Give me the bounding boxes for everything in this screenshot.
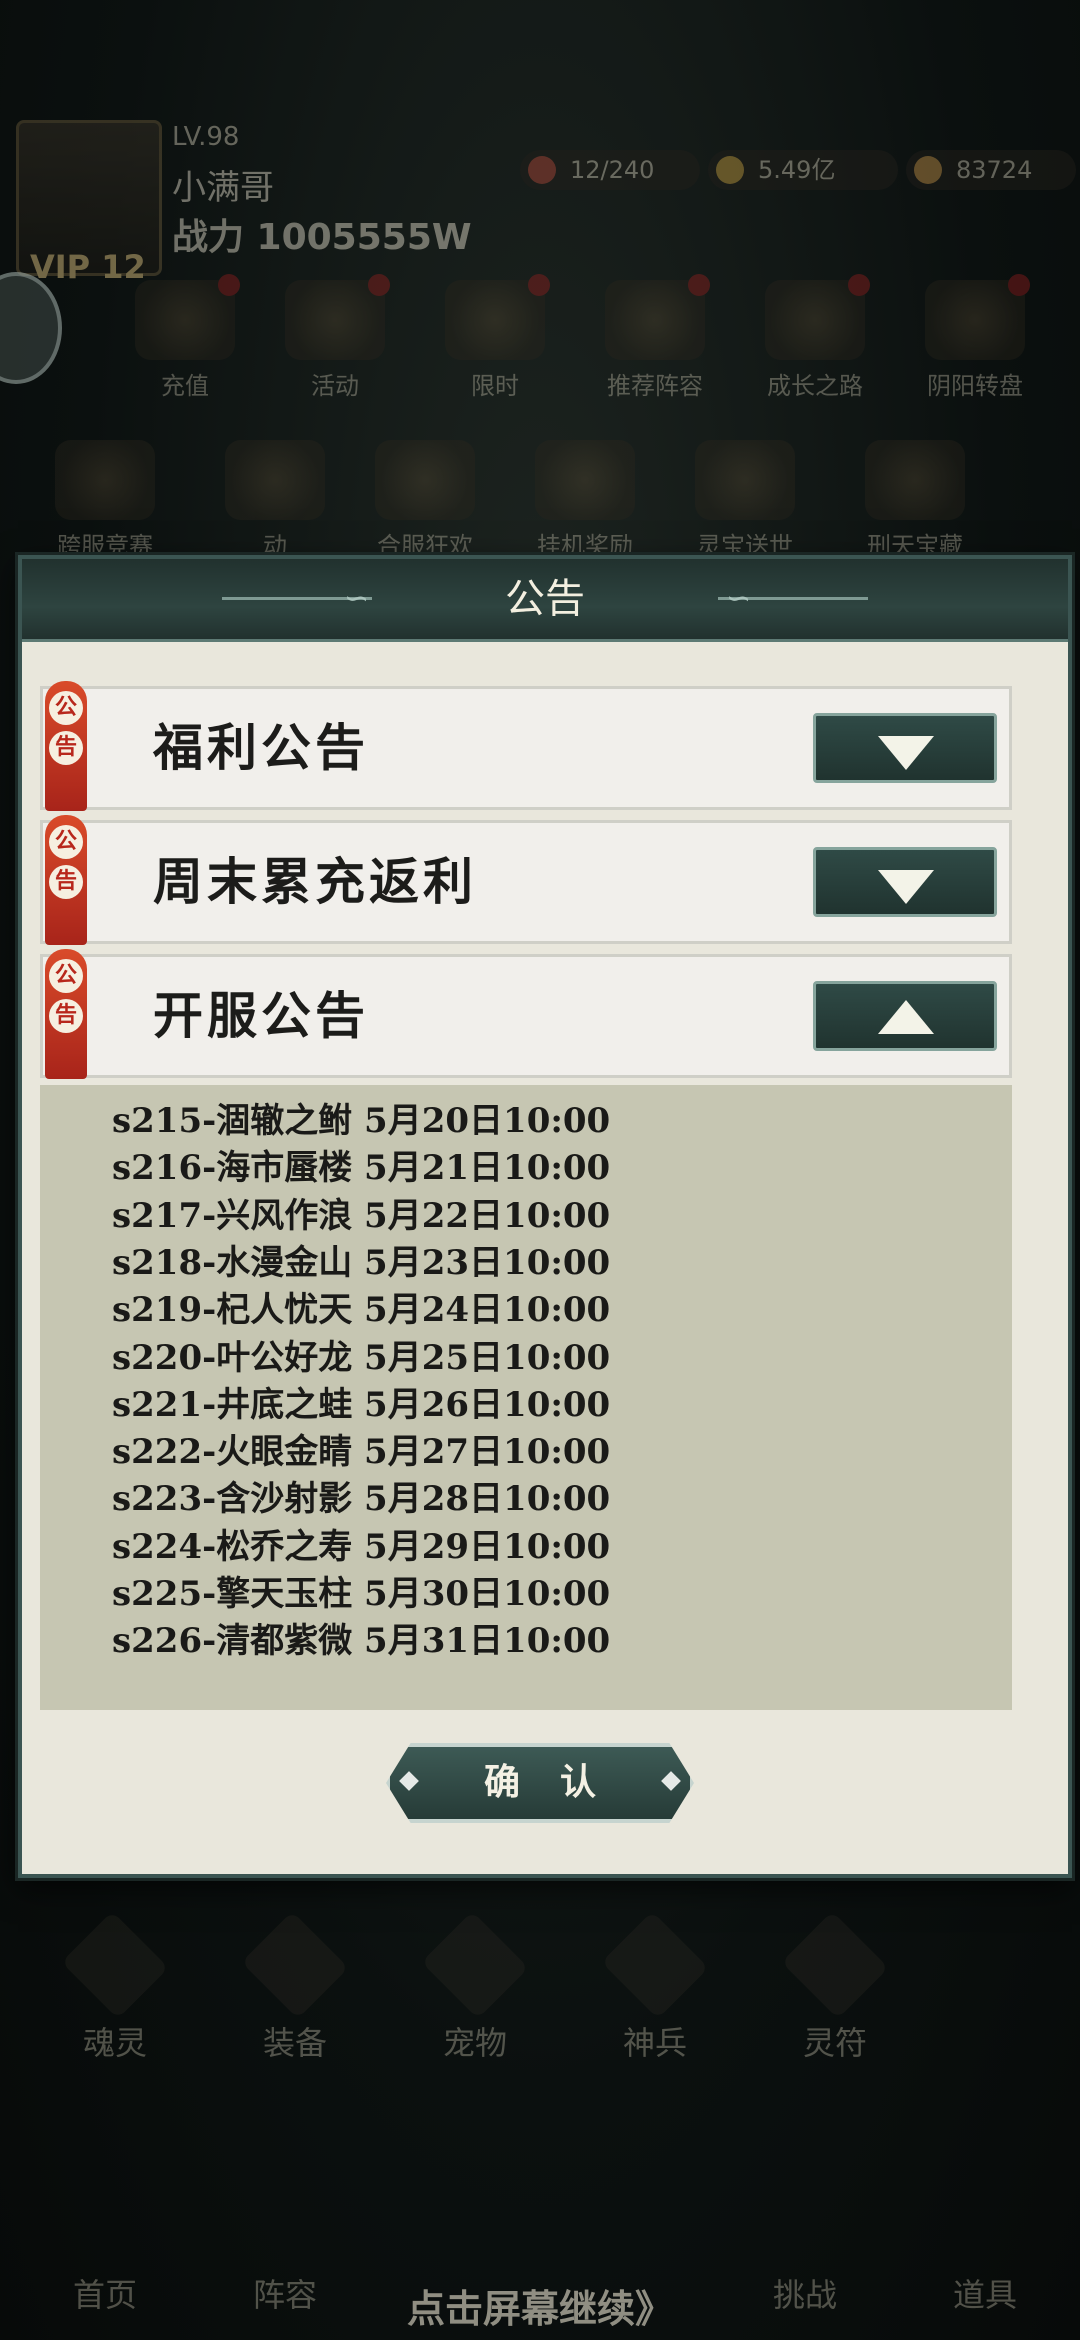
server-entry: s221-井底之蛙 5月26日10:00 [112,1384,611,1425]
server-entry: s222-火眼金睛 5月27日10:00 [112,1432,611,1473]
feature-icon-3: 推荐阵容 [590,274,720,400]
feature-icon-row2-3: 挂机奖励 [520,440,650,560]
confirm-label: 确认 [483,1762,636,1803]
gold-resource: 83724 [906,150,1076,190]
nav-item-upper-4: 灵符 [770,1911,900,2064]
nav-item-upper-2: 宠物 [410,1911,540,2064]
feature-icon-2: 限时 [430,274,560,400]
chevron-up-icon [878,1000,934,1034]
server-entry: s223-含沙射影 5月28日10:00 [112,1479,611,1520]
section-welfare[interactable]: 公 告 福利公告 [40,681,1012,811]
section-title: 开服公告 [153,986,369,1045]
section-title: 周末累充返利 [153,852,477,911]
confirm-button[interactable]: 确认 [386,1743,694,1823]
feature-icon-row2-2: 合服狂欢 [360,440,490,560]
coin-icon [716,156,744,184]
server-entry: s225-擎天玉柱 5月30日10:00 [112,1574,611,1614]
server-entry: s224-松乔之寿 5月29日10:00 [112,1526,611,1567]
server-entry: s226-清都紫微 5月31日10:00 [112,1621,611,1662]
silver-resource: 5.49亿 [708,150,898,190]
expand-button[interactable] [813,713,997,783]
notice-badge: 公 告 [39,949,87,1091]
nav-item-upper-1: 装备 [230,1911,360,2064]
section-title: 福利公告 [153,718,369,777]
feature-icon-row2-5: 刑天宝藏 [850,440,980,560]
notice-badge: 公 告 [39,681,87,823]
chevron-down-icon [878,736,934,770]
nav-item-upper-3: 神兵 [590,1911,720,2064]
feature-icon-row2-0: 跨服竞赛 [40,440,170,560]
chevron-down-icon [878,870,934,904]
stamina-icon [528,156,556,184]
server-entry: s220-叶公好龙 5月25日10:00 [112,1337,611,1378]
server-entry: s216-海市蜃楼 5月21日10:00 [112,1148,611,1189]
player-level: LV.98 [172,122,240,152]
player-power: 战力 1005555W [172,217,472,258]
expand-button[interactable] [813,847,997,917]
stamina-resource: 12/240 [520,150,700,190]
modal-title: 公告 [505,576,585,622]
server-entry: s218-水漫金山 5月23日10:00 [112,1242,611,1283]
feature-icon-row2-4: 灵宝送世 [680,440,810,560]
modal-header: ∽ ∽ 公告 [22,559,1068,642]
feature-icon-5: 阴阳转盘 [910,274,1040,400]
collapse-button[interactable] [813,981,997,1051]
ingot-icon [914,156,942,184]
section-weekend-recharge[interactable]: 公 告 周末累充返利 [40,815,1012,945]
tap-to-continue-hint[interactable]: 点击屏幕继续》 [0,2278,1080,2333]
server-entry: s217-兴风作浪 5月22日10:00 [112,1195,611,1236]
player-hud: LV.98 小满哥 战力 1005555W VIP 12 12/240 5.49… [0,110,1080,290]
server-entry: s219-杞人忧天 5月24日10:00 [112,1290,611,1331]
notice-badge: 公 告 [39,815,87,957]
feature-icon-0: 充值 [120,274,250,400]
server-entry: s215-涸辙之鲋 5月20日10:00 [112,1101,611,1141]
nav-item-upper-0: 魂灵 [50,1911,180,2064]
feature-icon-4: 成长之路 [750,274,880,400]
feature-icon-1: 活动 [270,274,400,400]
feature-icon-row2-1: 动 [210,440,340,560]
player-name: 小满哥 [172,168,274,208]
section-server-open[interactable]: 公 告 开服公告 [40,949,1012,1079]
